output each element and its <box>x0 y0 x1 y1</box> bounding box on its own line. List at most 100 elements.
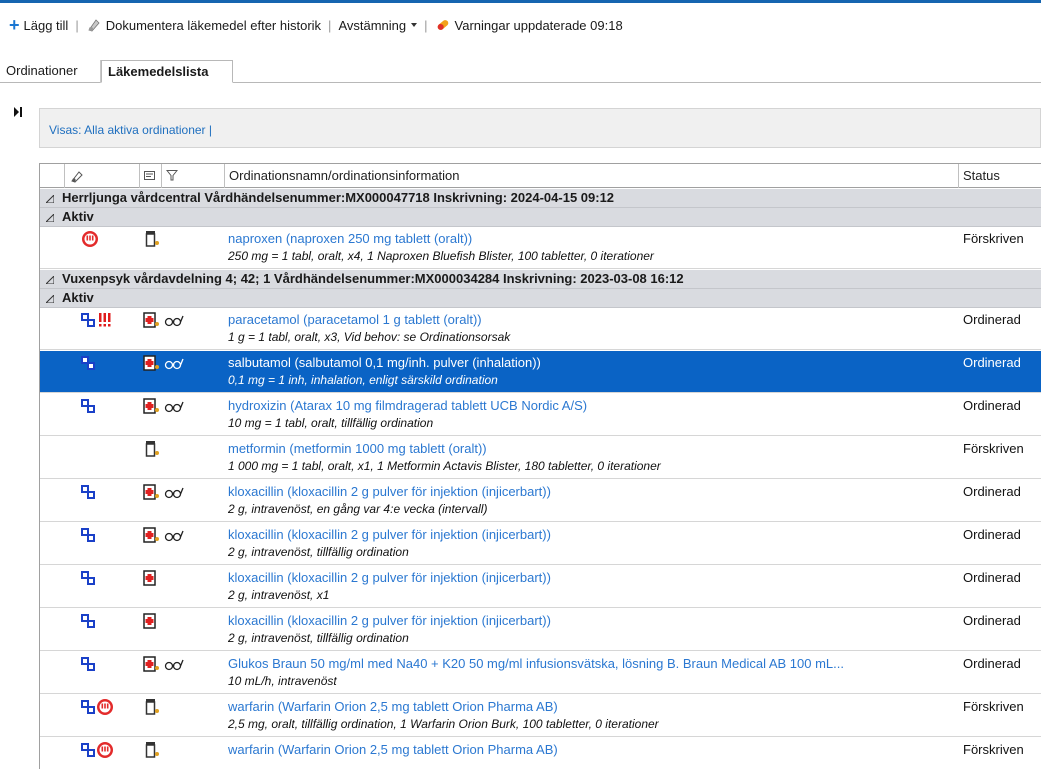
glasses-icon <box>164 358 184 370</box>
add-button[interactable]: + Lägg till <box>6 15 71 35</box>
table-row-selected[interactable]: salbutamol (salbutamol 0,1 mg/inh. pulve… <box>40 351 1041 393</box>
medication-info: 0,1 mg = 1 inh, inhalation, enligt särsk… <box>228 373 498 387</box>
medication-status: Förskriven <box>963 231 1024 246</box>
group-header-status[interactable]: Aktiv <box>40 208 1041 227</box>
medication-name[interactable]: metformin (metformin 1000 mg tablett (or… <box>228 441 963 456</box>
medication-status: Ordinerad <box>963 312 1021 327</box>
funnel-icon <box>166 170 178 181</box>
medication-status: Ordinerad <box>963 656 1021 671</box>
tab-lakemedelslista[interactable]: Läkemedelslista <box>101 60 233 83</box>
pharmacy-icon <box>143 613 156 629</box>
pill-bottle-icon <box>145 699 159 715</box>
medication-name[interactable]: Glukos Braun 50 mg/ml med Na40 + K20 50 … <box>228 656 963 671</box>
group-header-text: Herrljunga vårdcentral Vårdhändelsenumme… <box>62 190 615 205</box>
medication-name[interactable]: kloxacillin (kloxacillin 2 g pulver för … <box>228 613 963 628</box>
medication-name[interactable]: salbutamol (salbutamol 0,1 mg/inh. pulve… <box>228 355 963 370</box>
glasses-icon <box>164 315 184 327</box>
pharmacy-icon <box>143 570 156 586</box>
pill-warning-icon <box>437 20 448 30</box>
table-row[interactable]: kloxacillin (kloxacillin 2 g pulver för … <box>40 566 1041 608</box>
stop-warning-icon <box>82 231 98 247</box>
medication-status: Ordinerad <box>963 484 1021 499</box>
glasses-icon <box>164 487 184 499</box>
glasses-icon <box>164 401 184 413</box>
collapse-triangle-icon[interactable] <box>46 295 54 303</box>
medication-name[interactable]: naproxen (naproxen 250 mg tablett (oralt… <box>228 231 963 246</box>
pharmacy-icon <box>143 312 159 328</box>
interaction-icon <box>81 700 95 714</box>
group-header-care-unit[interactable]: Herrljunga vårdcentral Vårdhändelsenumme… <box>40 189 1041 208</box>
medication-status: Förskriven <box>963 441 1024 456</box>
medication-status: Ordinerad <box>963 527 1021 542</box>
header-note-col[interactable] <box>140 164 162 188</box>
medication-name[interactable]: paracetamol (paracetamol 1 g tablett (or… <box>228 312 963 327</box>
medication-info: 10 mg = 1 tabl, oralt, tillfällig ordina… <box>228 416 434 430</box>
expand-panel-icon[interactable] <box>13 105 23 119</box>
medication-info: 2,5 mg, oralt, tillfällig ordination, 1 … <box>228 717 659 731</box>
medication-info: 1 000 mg = 1 tabl, oralt, x1, 1 Metformi… <box>228 459 661 473</box>
pharmacy-icon <box>143 656 159 672</box>
table-row[interactable]: hydroxizin (Atarax 10 mg filmdragerad ta… <box>40 394 1041 436</box>
document-history-button[interactable]: Dokumentera läkemedel efter historik <box>83 17 324 33</box>
medication-status: Ordinerad <box>963 398 1021 413</box>
medication-name[interactable]: warfarin (Warfarin Orion 2,5 mg tablett … <box>228 699 963 714</box>
warnings-button[interactable]: Varningar uppdaterade 09:18 <box>432 17 626 33</box>
interaction-icon <box>81 485 95 499</box>
medication-status: Förskriven <box>963 742 1024 757</box>
pill-bottle-icon <box>145 231 159 247</box>
interaction-icon <box>81 399 95 413</box>
header-filter-col[interactable] <box>162 164 225 188</box>
table-row[interactable]: kloxacillin (kloxacillin 2 g pulver för … <box>40 609 1041 651</box>
add-button-label: Lägg till <box>23 17 69 33</box>
interaction-icon <box>81 528 95 542</box>
interaction-icon <box>81 657 95 671</box>
header-warning-col[interactable] <box>65 164 140 188</box>
tab-ordinationer[interactable]: Ordinationer <box>0 60 101 83</box>
pharmacy-icon <box>143 398 159 414</box>
medication-info: 2 g, intravenöst, tillfällig ordination <box>228 545 409 559</box>
reconcile-dropdown[interactable]: Avstämning <box>335 18 420 33</box>
medication-info: 1 g = 1 tabl, oralt, x3, Vid behov: se O… <box>228 330 511 344</box>
chevron-down-icon <box>411 23 418 27</box>
medication-name[interactable]: kloxacillin (kloxacillin 2 g pulver för … <box>228 484 963 499</box>
medication-info: 2 g, intravenöst, tillfällig ordination <box>228 631 409 645</box>
pharmacy-icon <box>143 527 159 543</box>
table-row[interactable]: paracetamol (paracetamol 1 g tablett (or… <box>40 308 1041 350</box>
collapse-triangle-icon[interactable] <box>46 276 54 284</box>
collapse-triangle-icon[interactable] <box>46 214 54 222</box>
toolbar-separator: | <box>328 17 332 33</box>
table-row[interactable]: naproxen (naproxen 250 mg tablett (oralt… <box>40 227 1041 269</box>
collapse-triangle-icon[interactable] <box>46 195 54 203</box>
medication-grid: Ordinationsnamn/ordinationsinformation S… <box>39 163 1041 769</box>
table-row[interactable]: metformin (metformin 1000 mg tablett (or… <box>40 437 1041 479</box>
header-status-col[interactable]: Status <box>959 164 1041 188</box>
medication-name[interactable]: hydroxizin (Atarax 10 mg filmdragerad ta… <box>228 398 963 413</box>
header-expand-col <box>40 164 65 188</box>
document-history-label: Dokumentera läkemedel efter historik <box>105 17 322 33</box>
filter-text[interactable]: Visas: Alla aktiva ordinationer | <box>49 123 212 137</box>
table-row[interactable]: kloxacillin (kloxacillin 2 g pulver för … <box>40 480 1041 522</box>
table-row[interactable]: Glukos Braun 50 mg/ml med Na40 + K20 50 … <box>40 652 1041 694</box>
group-header-care-unit[interactable]: Vuxenpsyk vårdavdelning 4; 42; 1 Vårdhän… <box>40 270 1041 289</box>
interaction-icon <box>81 614 95 628</box>
group-header-text: Vuxenpsyk vårdavdelning 4; 42; 1 Vårdhän… <box>62 271 684 286</box>
table-row[interactable]: warfarin (Warfarin Orion 2,5 mg tablett … <box>40 738 1041 769</box>
medication-name[interactable]: kloxacillin (kloxacillin 2 g pulver för … <box>228 570 963 585</box>
medication-status: Ordinerad <box>963 613 1021 628</box>
window-top-border <box>0 0 1041 3</box>
table-row[interactable]: warfarin (Warfarin Orion 2,5 mg tablett … <box>40 695 1041 737</box>
document-history-icon <box>88 19 100 32</box>
plus-icon: + <box>9 15 20 35</box>
pill-bottle-icon <box>145 742 159 758</box>
interaction-icon <box>81 743 95 757</box>
header-name-col[interactable]: Ordinationsnamn/ordinationsinformation <box>225 164 959 188</box>
toolbar-separator: | <box>75 17 79 33</box>
grid-header: Ordinationsnamn/ordinationsinformation S… <box>40 164 1041 188</box>
medication-status: Ordinerad <box>963 355 1021 370</box>
medication-name[interactable]: kloxacillin (kloxacillin 2 g pulver för … <box>228 527 963 542</box>
group-header-status[interactable]: Aktiv <box>40 289 1041 308</box>
medication-name[interactable]: warfarin (Warfarin Orion 2,5 mg tablett … <box>228 742 963 757</box>
pharmacy-icon <box>143 484 159 500</box>
table-row[interactable]: kloxacillin (kloxacillin 2 g pulver för … <box>40 523 1041 565</box>
warning-icon <box>71 171 83 183</box>
